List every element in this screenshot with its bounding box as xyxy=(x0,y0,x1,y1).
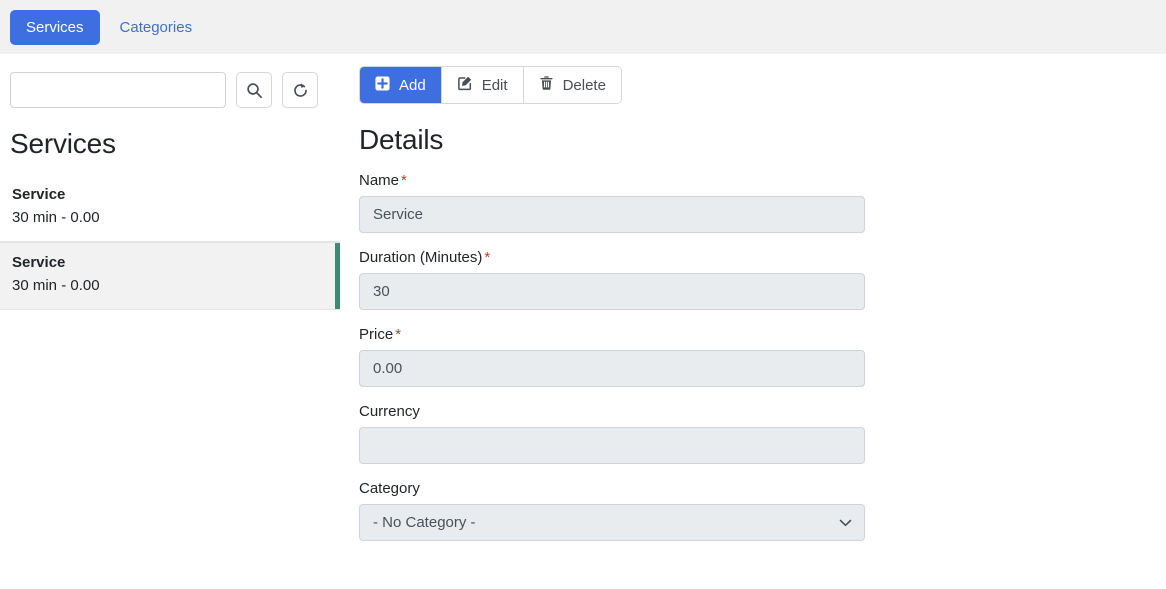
tab-bar: Services Categories xyxy=(0,0,1166,54)
required-marker: * xyxy=(484,249,490,266)
name-input[interactable] xyxy=(359,196,865,233)
price-input[interactable] xyxy=(359,350,865,387)
refresh-button[interactable] xyxy=(282,72,318,108)
field-duration: Duration (Minutes)* xyxy=(359,249,1159,310)
details-title: Details xyxy=(359,124,1159,156)
category-label: Category xyxy=(359,480,1159,497)
currency-input[interactable] xyxy=(359,427,865,464)
field-price: Price* xyxy=(359,326,1159,387)
service-name: Service xyxy=(12,184,328,206)
search-button[interactable] xyxy=(236,72,272,108)
service-name: Service xyxy=(12,252,328,274)
field-currency: Currency xyxy=(359,403,1159,464)
delete-button[interactable]: Delete xyxy=(523,67,621,103)
add-button[interactable]: Add xyxy=(360,67,441,103)
field-name: Name* xyxy=(359,172,1159,233)
edit-button-label: Edit xyxy=(482,77,508,94)
list-item[interactable]: Service 30 min - 0.00 xyxy=(0,174,340,242)
search-icon xyxy=(246,82,263,99)
name-label-text: Name xyxy=(359,172,399,189)
tab-categories[interactable]: Categories xyxy=(104,10,209,45)
required-marker: * xyxy=(401,172,407,189)
edit-button[interactable]: Edit xyxy=(441,67,523,103)
list-item[interactable]: Service 30 min - 0.00 xyxy=(0,242,340,310)
action-toolbar: Add Edit xyxy=(359,66,622,104)
name-label: Name* xyxy=(359,172,1159,189)
service-meta: 30 min - 0.00 xyxy=(12,274,328,298)
details-panel: Add Edit xyxy=(359,54,1159,541)
plus-square-icon xyxy=(375,76,390,95)
field-category: Category - No Category - xyxy=(359,480,1159,541)
content-area: Services Service 30 min - 0.00 Service 3… xyxy=(0,54,1166,589)
refresh-icon xyxy=(292,82,309,99)
service-meta: 30 min - 0.00 xyxy=(12,206,328,230)
services-list-title: Services xyxy=(10,128,340,160)
services-panel: Services Service 30 min - 0.00 Service 3… xyxy=(0,54,340,310)
trash-icon xyxy=(539,75,554,95)
add-button-label: Add xyxy=(399,77,426,94)
required-marker: * xyxy=(395,326,401,343)
tab-services[interactable]: Services xyxy=(10,10,100,45)
category-select[interactable]: - No Category - xyxy=(359,504,865,541)
category-select-wrap: - No Category - xyxy=(359,504,865,541)
price-label-text: Price xyxy=(359,326,393,343)
currency-label: Currency xyxy=(359,403,1159,420)
price-label: Price* xyxy=(359,326,1159,343)
search-row xyxy=(0,54,340,108)
pencil-square-icon xyxy=(457,75,473,95)
duration-input[interactable] xyxy=(359,273,865,310)
delete-button-label: Delete xyxy=(563,77,606,94)
duration-label: Duration (Minutes)* xyxy=(359,249,1159,266)
services-list: Service 30 min - 0.00 Service 30 min - 0… xyxy=(0,174,340,310)
search-input[interactable] xyxy=(10,72,226,108)
duration-label-text: Duration (Minutes) xyxy=(359,249,482,266)
